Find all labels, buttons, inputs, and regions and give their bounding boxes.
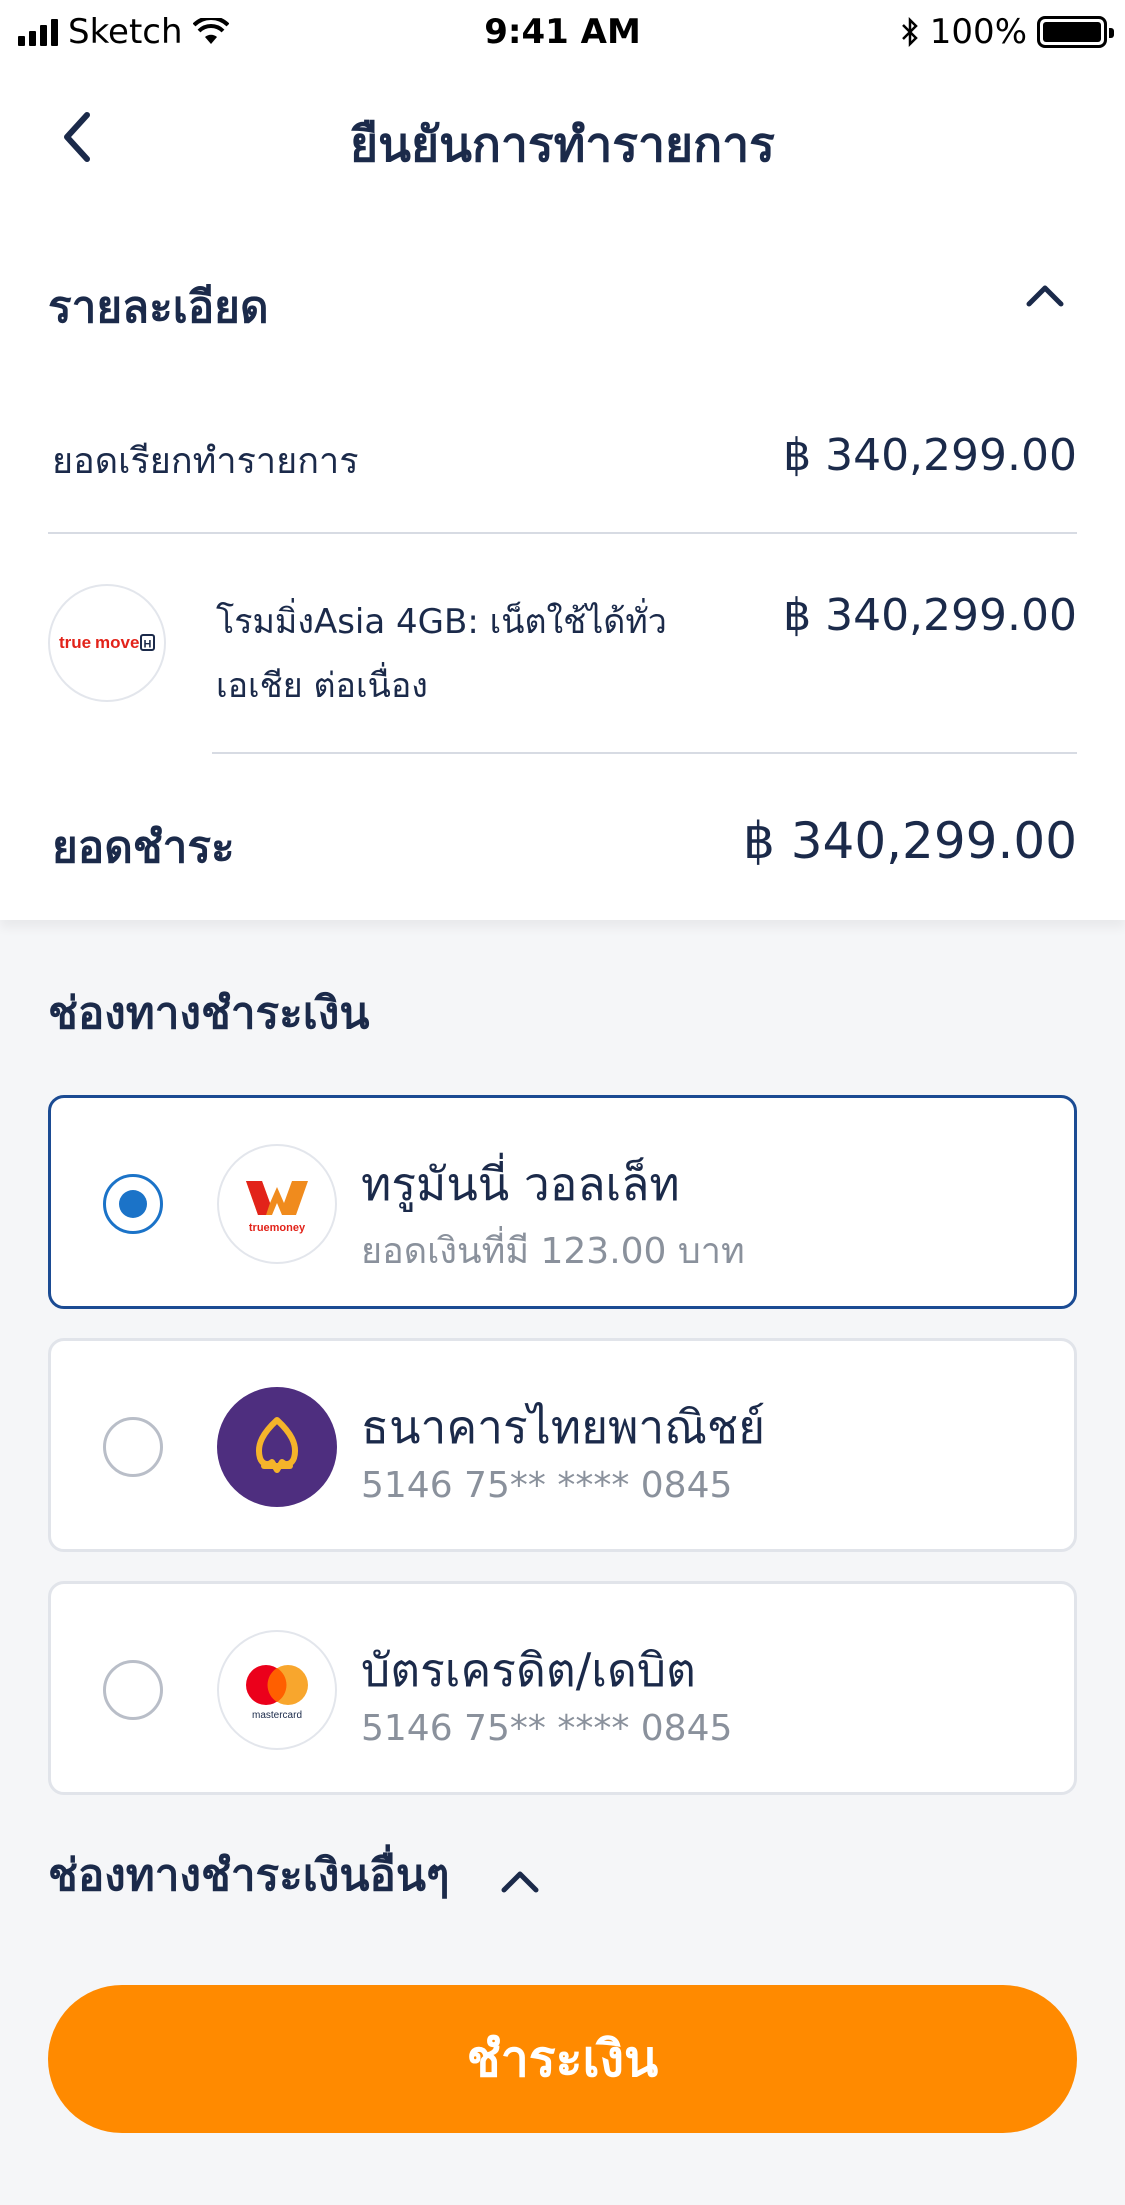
truemoney-logo-mark: truemoney <box>246 1181 308 1234</box>
mastercard-logo-mark: mastercard <box>246 1665 308 1721</box>
details-title: รายละเอียด <box>48 282 269 333</box>
payment-method-truemoney[interactable]: truemoney ทรูมันนี่ วอลเล็ท ยอดเงินที่มี… <box>48 1095 1077 1309</box>
other-payment-methods-label[interactable]: ช่องทางชำระเงินอื่นๆ <box>48 1840 450 1910</box>
svg-text:H: H <box>144 639 152 651</box>
status-bar: Sketch 9:41 AM 100% <box>0 0 1125 62</box>
svg-text:mastercard: mastercard <box>252 1710 302 1721</box>
payment-method-name: บัตรเครดิต/เดบิต <box>361 1643 696 1697</box>
payment-method-name: ธนาคารไทยพาณิชย์ <box>361 1400 766 1454</box>
divider <box>212 752 1077 754</box>
svg-text:truemoney: truemoney <box>249 1222 306 1234</box>
chevron-up-icon[interactable] <box>500 1868 540 1896</box>
payment-method-card-number: 5146 75** **** 0845 <box>361 1708 733 1749</box>
payment-method-scb[interactable]: ธนาคารไทยพาณิชย์ 5146 75** **** 0845 <box>48 1338 1077 1552</box>
bluetooth-icon <box>901 16 918 48</box>
scb-bank-logo <box>217 1387 337 1507</box>
radio-button[interactable] <box>103 1417 163 1477</box>
truemove-logo: true move H <box>48 584 166 702</box>
product-amount-value: ฿ 340,299.00 <box>783 590 1077 641</box>
nav-header: ยืนยันการทำรายการ <box>0 62 1125 212</box>
payment-method-name: ทรูมันนี่ วอลเล็ท <box>361 1157 680 1211</box>
details-section: รายละเอียด ยอดเรียกทำรายการ ฿ 340,299.00… <box>0 212 1125 920</box>
divider <box>48 532 1077 534</box>
request-amount-label: ยอดเรียกทำรายการ <box>52 441 359 482</box>
payment-method-card-number: 5146 75** **** 0845 <box>361 1465 733 1506</box>
payment-method-balance: ยอดเงินที่มี 123.00 บาท <box>361 1231 745 1272</box>
total-amount-value: ฿ 340,299.00 <box>743 812 1077 870</box>
request-amount-value: ฿ 340,299.00 <box>783 430 1077 481</box>
payment-section-title: ช่องทางชำระเงิน <box>48 988 370 1039</box>
product-line-1: โรมมิ่งAsia 4GB: เน็ตใช้ได้ทั่ว <box>216 602 667 642</box>
page-title: ยืนยันการทำรายการ <box>350 117 775 173</box>
status-right: 100% <box>900 12 1114 52</box>
battery-percent: 100% <box>929 12 1027 52</box>
mastercard-logo: mastercard <box>217 1630 337 1750</box>
product-name: โรมมิ่งAsia 4GB: เน็ตใช้ได้ทั่ว เอเชีย ต… <box>216 590 736 718</box>
truemove-logo-mark: true move H <box>59 633 155 652</box>
scb-leaf-icon <box>256 1417 298 1473</box>
truemoney-logo: truemoney <box>217 1144 337 1264</box>
battery-icon <box>1037 16 1114 48</box>
payment-method-card[interactable]: mastercard บัตรเครดิต/เดบิต 5146 75** **… <box>48 1581 1077 1795</box>
product-line-2: เอเชีย ต่อเนื่อง <box>216 666 428 706</box>
svg-text:move: move <box>95 633 139 652</box>
radio-button[interactable] <box>103 1660 163 1720</box>
svg-text:true: true <box>59 633 91 652</box>
pay-button[interactable]: ชำระเงิน <box>48 1985 1077 2133</box>
radio-button-selected[interactable] <box>103 1174 163 1234</box>
chevron-up-icon[interactable] <box>1025 280 1065 310</box>
total-label: ยอดชำระ <box>52 822 235 873</box>
